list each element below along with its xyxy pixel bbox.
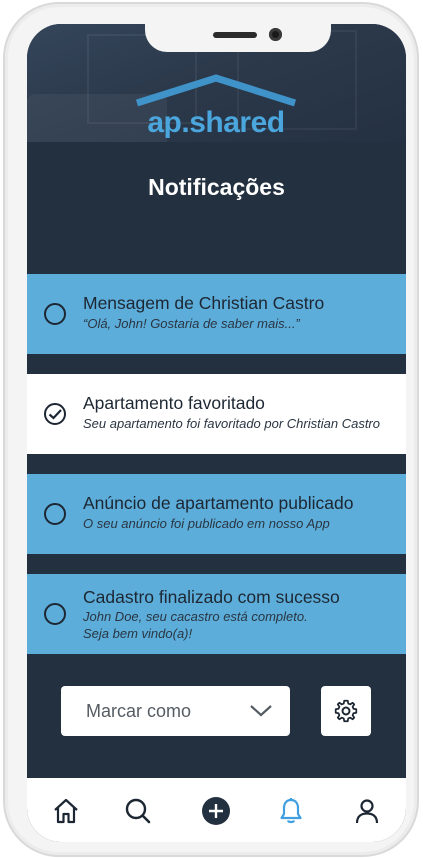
notification-item[interactable]: Mensagem de Christian Castro “Olá, John!… — [27, 274, 406, 354]
camera — [269, 28, 282, 41]
circle-unchecked-icon[interactable] — [43, 302, 67, 326]
notification-message-line-1: John Doe, seu cacastro está completo. — [83, 609, 308, 624]
plus-circle-icon — [202, 797, 230, 825]
mark-as-select[interactable]: Marcar como — [61, 686, 290, 736]
speaker — [213, 32, 257, 38]
notification-message: O seu anúncio foi publicado em nosso App — [83, 516, 330, 531]
bulk-actions: Marcar como — [27, 686, 406, 736]
page-title: Notificações — [148, 174, 285, 200]
notification-title: Cadastro finalizado com sucesso — [83, 587, 340, 607]
notification-message: “Olá, John! Gostaria de saber mais...” — [83, 316, 300, 331]
chevron-down-icon — [249, 701, 273, 726]
notification-message-line-2: Seja bem vindo(a)! — [83, 626, 193, 641]
notification-message: Seu apartamento foi favoritado por Chris… — [83, 416, 380, 431]
phone-notch — [145, 24, 331, 52]
notification-title: Apartamento favoritado — [83, 393, 265, 413]
select-label: Marcar como — [86, 701, 192, 721]
notification-item[interactable]: Apartamento favoritado Seu apartamento f… — [27, 374, 406, 454]
tab-home[interactable] — [51, 796, 81, 826]
circle-unchecked-icon[interactable] — [43, 502, 67, 526]
circle-unchecked-icon[interactable] — [43, 602, 67, 626]
app-screen: ap.shared Notificações Mensagem de Chris… — [27, 24, 406, 842]
notification-title: Mensagem de Christian Castro — [83, 293, 325, 313]
bell-icon — [280, 798, 302, 824]
settings-button[interactable] — [321, 686, 371, 736]
notification-item[interactable]: Cadastro finalizado com sucesso John Doe… — [27, 574, 406, 654]
tab-add[interactable] — [201, 796, 231, 826]
logo-text: ap.shared — [147, 106, 285, 139]
check-circle-icon[interactable] — [43, 402, 67, 426]
notification-title: Anúncio de apartamento publicado — [83, 493, 354, 513]
user-icon — [355, 799, 379, 824]
tab-profile[interactable] — [352, 796, 382, 826]
app-logo: ap.shared — [131, 72, 301, 144]
tab-notifications[interactable] — [276, 796, 306, 826]
home-icon — [54, 798, 78, 824]
gear-icon — [334, 699, 358, 723]
phone-frame: ap.shared Notificações Mensagem de Chris… — [3, 2, 419, 857]
tab-search[interactable] — [123, 796, 153, 826]
bottom-tab-bar — [27, 778, 406, 842]
notification-item[interactable]: Anúncio de apartamento publicado O seu a… — [27, 474, 406, 554]
search-icon — [125, 798, 151, 824]
